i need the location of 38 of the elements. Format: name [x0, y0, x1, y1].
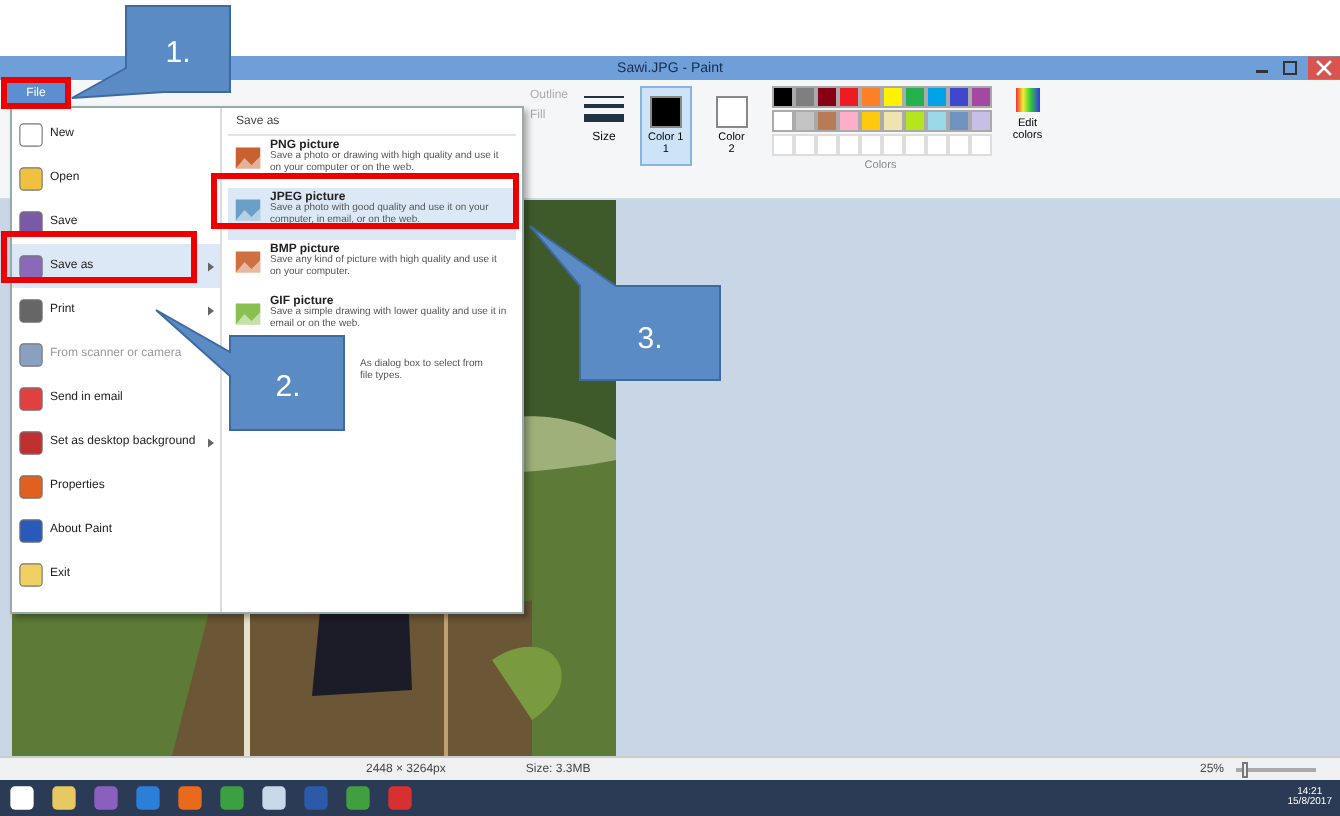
color-swatch[interactable]: [881, 110, 904, 132]
callout: 1.: [71, 5, 231, 99]
color-swatch[interactable]: [903, 110, 926, 132]
caret-icon: [208, 305, 214, 315]
app-icon[interactable]: [260, 784, 288, 812]
color-swatch[interactable]: [859, 86, 882, 108]
paint-image-icon: [234, 248, 262, 276]
highlight-frame: [1, 77, 71, 109]
picture-icon: [234, 300, 262, 328]
app-icon[interactable]: [50, 784, 78, 812]
color-swatch[interactable]: [859, 110, 882, 132]
color-swatch[interactable]: [903, 86, 926, 108]
color-swatch[interactable]: [947, 86, 970, 108]
color-swatch[interactable]: [815, 110, 838, 132]
landscape-image-icon: [234, 196, 262, 224]
maximize-icon[interactable]: [1280, 58, 1300, 78]
caret-icon: [208, 261, 214, 271]
caret-icon: [208, 437, 214, 447]
image-file-icon: [234, 144, 262, 172]
color-swatch[interactable]: [881, 86, 904, 108]
color-swatch[interactable]: [837, 110, 860, 132]
color-swatch[interactable]: [947, 110, 970, 132]
color-swatch[interactable]: [969, 86, 992, 108]
color-swatch[interactable]: [837, 86, 860, 108]
color-spectrum-icon: [1015, 86, 1040, 114]
color-swatch[interactable]: [771, 86, 794, 108]
color-swatch[interactable]: [969, 110, 992, 132]
callout: 3.: [529, 225, 721, 381]
color-swatch[interactable]: [925, 110, 948, 132]
color-swatch[interactable]: [793, 110, 816, 132]
slider-thumb[interactable]: [1242, 761, 1249, 777]
app-icon[interactable]: [8, 784, 36, 812]
color-swatch[interactable]: [815, 86, 838, 108]
color-swatch[interactable]: [793, 86, 816, 108]
line-width-icon: [584, 94, 625, 126]
color-swatch[interactable]: [771, 110, 794, 132]
close-icon[interactable]: [1308, 56, 1340, 80]
color-swatch[interactable]: [925, 86, 948, 108]
